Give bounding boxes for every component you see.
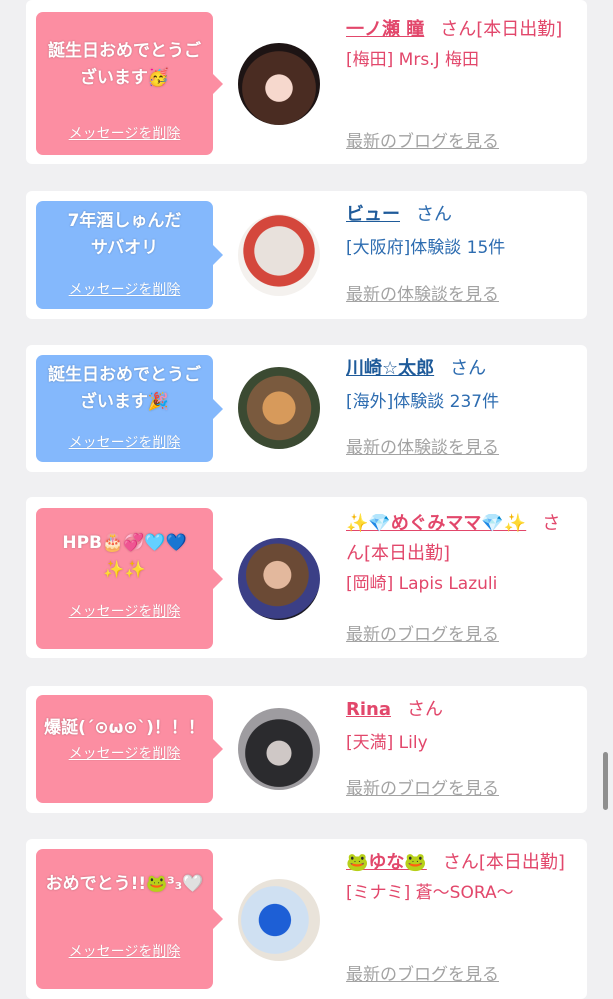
message-text: HPB🎂💞🩵💙✨✨ (62, 533, 187, 580)
shop-label: [海外]体験談 237件 (346, 392, 500, 412)
message-bubble: 7年酒しゅんだ サバオリ メッセージを削除 (36, 201, 233, 309)
user-status: さん[本日出勤] (440, 19, 563, 40)
delete-message-link[interactable]: メッセージを削除 (36, 941, 213, 961)
user-status: さん (450, 358, 487, 379)
avatar[interactable] (238, 879, 320, 961)
user-info: ✨💎めぐみママ💎✨ さん[本日出勤] [岡崎] Lapis Lazuli (346, 509, 578, 599)
delete-message-link[interactable]: メッセージを削除 (36, 743, 213, 763)
scrollbar[interactable] (603, 752, 608, 810)
latest-review-link[interactable]: 最新の体験談を見る (346, 433, 499, 458)
avatar[interactable] (238, 367, 320, 449)
message-bubble: 誕生日おめでとうございます🥳 メッセージを削除 (36, 12, 223, 155)
list-item: 7年酒しゅんだ サバオリ メッセージを削除 ビュー さん [大阪府]体験談 15件… (26, 191, 587, 319)
user-info: Rina さん [天満] Lily (346, 695, 578, 758)
user-info: ビュー さん [大阪府]体験談 15件 (346, 200, 578, 263)
user-name-link[interactable]: 🐸ゆな🐸 (346, 852, 427, 873)
delete-message-link[interactable]: メッセージを削除 (36, 601, 213, 621)
message-text: 誕生日おめでとうございます🎉 (48, 365, 201, 412)
message-bubble: 誕生日おめでとうございます🎉 メッセージを削除 (36, 355, 223, 462)
user-name-link[interactable]: ✨💎めぐみママ💎✨ (346, 513, 526, 534)
avatar[interactable] (238, 708, 320, 790)
list-item: HPB🎂💞🩵💙✨✨ メッセージを削除 ✨💎めぐみママ💎✨ さん[本日出勤] [岡崎… (26, 497, 587, 658)
shop-label: [大阪府]体験談 15件 (346, 238, 506, 258)
user-name-link[interactable]: 川崎☆太郎 (346, 358, 434, 379)
delete-message-link[interactable]: メッセージを削除 (36, 123, 213, 143)
shop-label: [ミナミ] 蒼〜SORA〜 (346, 883, 514, 903)
message-text: おめでとう!!🐸³₃🤍 (45, 874, 204, 894)
shop-label: [天満] Lily (346, 733, 428, 753)
latest-blog-link[interactable]: 最新のブログを見る (346, 620, 499, 645)
avatar[interactable] (238, 43, 320, 125)
list-item: 誕生日おめでとうございます🥳 メッセージを削除 一ノ瀬 瞳さん[本日出勤] [梅… (26, 0, 587, 164)
message-bubble: おめでとう!!🐸³₃🤍 メッセージを削除 (36, 849, 223, 989)
list-item: 誕生日おめでとうございます🎉 メッセージを削除 川崎☆太郎 さん [海外]体験談 … (26, 345, 587, 472)
message-text: 誕生日おめでとうございます🥳 (48, 41, 201, 88)
avatar[interactable] (238, 538, 320, 620)
list-item: おめでとう!!🐸³₃🤍 メッセージを削除 🐸ゆな🐸 さん[本日出勤] [ミナミ] … (26, 839, 587, 999)
shop-label: [梅田] Mrs.J 梅田 (346, 50, 480, 70)
list-item: 爆誕(´⊙ω⊙`)！！！ メッセージを削除 Rina さん [天満] Lily 最… (26, 686, 587, 813)
message-text: 爆誕(´⊙ω⊙`)！！！ (44, 718, 205, 738)
user-info: 一ノ瀬 瞳さん[本日出勤] [梅田] Mrs.J 梅田 (346, 15, 578, 75)
user-info: 川崎☆太郎 さん [海外]体験談 237件 (346, 354, 578, 417)
latest-blog-link[interactable]: 最新のブログを見る (346, 774, 499, 799)
shop-label: [岡崎] Lapis Lazuli (346, 574, 498, 594)
message-text: 7年酒しゅんだ サバオリ (67, 211, 233, 258)
user-name-link[interactable]: 一ノ瀬 瞳 (346, 19, 424, 40)
latest-blog-link[interactable]: 最新のブログを見る (346, 127, 499, 152)
delete-message-link[interactable]: メッセージを削除 (36, 432, 213, 452)
delete-message-link[interactable]: メッセージを削除 (36, 279, 213, 299)
user-status: さん[本日出勤] (442, 852, 565, 873)
user-status: さん (407, 699, 443, 720)
latest-blog-link[interactable]: 最新のブログを見る (346, 960, 499, 985)
user-info: 🐸ゆな🐸 さん[本日出勤] [ミナミ] 蒼〜SORA〜 (346, 848, 578, 908)
avatar[interactable] (238, 214, 320, 296)
user-name-link[interactable]: Rina (346, 699, 391, 720)
user-name-link[interactable]: ビュー (346, 204, 400, 225)
message-bubble: 爆誕(´⊙ω⊙`)！！！ メッセージを削除 (36, 695, 223, 803)
message-bubble: HPB🎂💞🩵💙✨✨ メッセージを削除 (36, 508, 223, 649)
latest-review-link[interactable]: 最新の体験談を見る (346, 280, 499, 305)
user-status: さん (416, 204, 452, 225)
